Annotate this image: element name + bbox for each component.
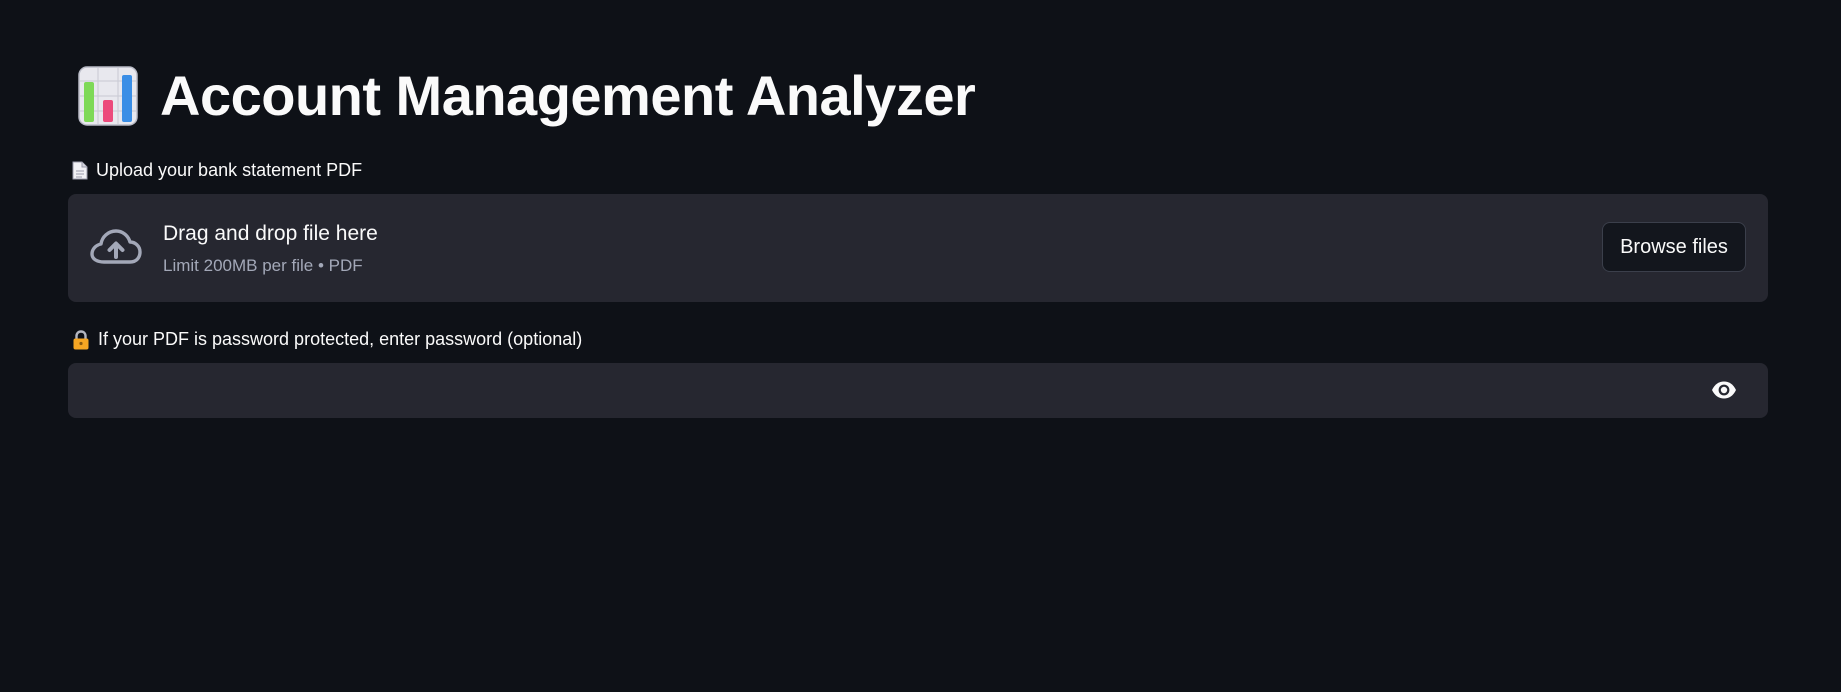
dropzone-title: Drag and drop file here bbox=[163, 222, 378, 245]
page-header: Account Management Analyzer bbox=[78, 64, 976, 127]
password-input[interactable] bbox=[68, 363, 1688, 418]
upload-label-text: Upload your bank statement PDF bbox=[96, 160, 363, 180]
password-label-text: If your PDF is password protected, enter… bbox=[98, 329, 583, 349]
page-facing-up-icon bbox=[72, 161, 88, 180]
file-dropzone[interactable]: Drag and drop file here Limit 200MB per … bbox=[68, 194, 1768, 302]
browse-files-button[interactable]: Browse files bbox=[1602, 222, 1746, 272]
dropzone-limit: Limit 200MB per file • PDF bbox=[163, 256, 363, 275]
page-title: Account Management Analyzer bbox=[160, 64, 976, 127]
upload-label: Upload your bank statement PDF bbox=[72, 160, 362, 181]
password-label: If your PDF is password protected, enter… bbox=[72, 329, 582, 350]
lock-icon bbox=[73, 329, 89, 349]
eye-icon[interactable] bbox=[1710, 378, 1738, 402]
password-field bbox=[68, 363, 1768, 418]
dropzone-instructions: Drag and drop file here Limit 200MB per … bbox=[163, 221, 378, 276]
bar-chart-emoji-icon bbox=[78, 66, 138, 126]
cloud-upload-icon bbox=[90, 229, 142, 264]
